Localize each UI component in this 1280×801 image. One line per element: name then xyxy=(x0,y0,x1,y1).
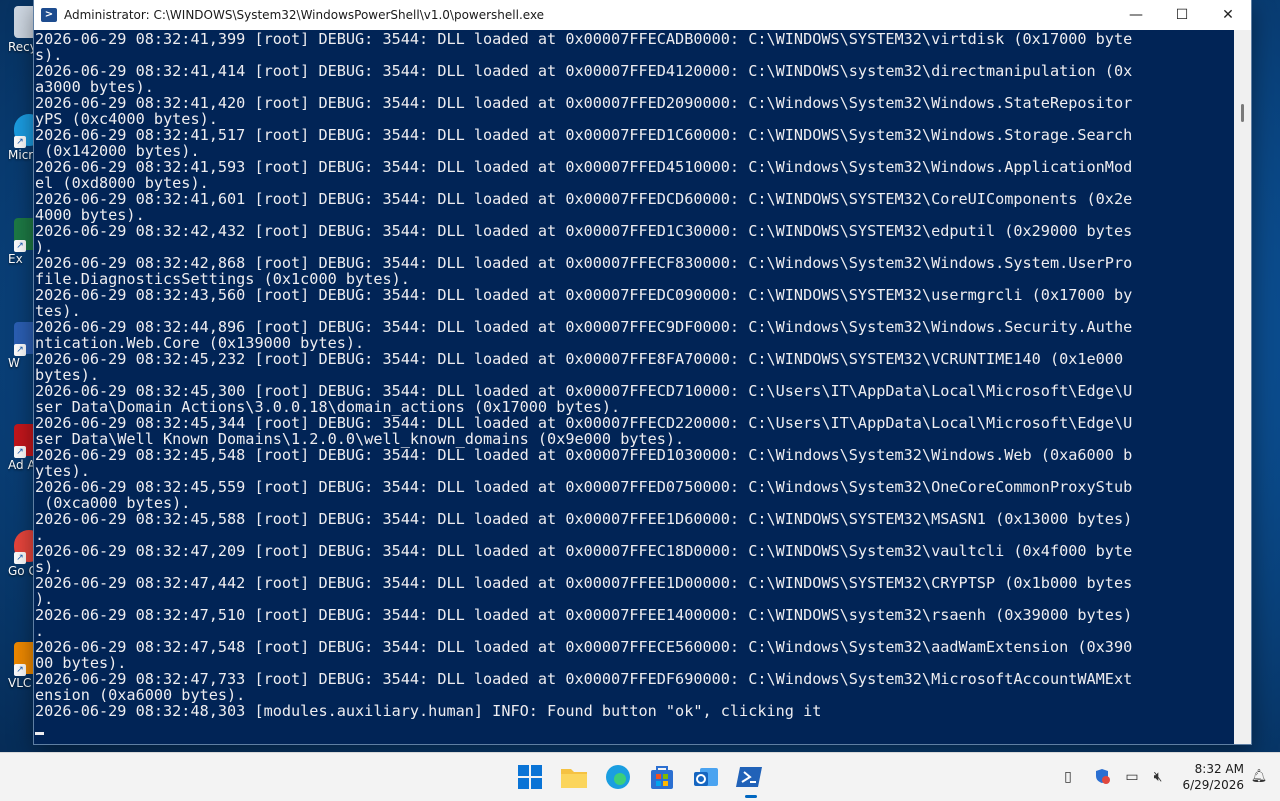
clock-date: 6/29/2026 xyxy=(1182,778,1244,792)
console-line: ension (0xa6000 bytes). xyxy=(35,686,246,704)
scrollbar-thumb[interactable] xyxy=(1241,104,1244,122)
console-line: 2026-06-29 08:32:45,344 [root] DEBUG: 35… xyxy=(35,414,1133,432)
console-line: 2026-06-29 08:32:47,209 [root] DEBUG: 35… xyxy=(35,542,1133,560)
folder-icon xyxy=(561,769,587,788)
console-line: tes). xyxy=(35,302,81,320)
console-line: bytes). xyxy=(35,366,100,384)
powershell-icon: > xyxy=(41,8,57,22)
console-line: (0xca000 bytes). xyxy=(35,494,191,512)
console-line: 2026-06-29 08:32:47,733 [root] DEBUG: 35… xyxy=(35,670,1133,688)
taskbar-clock[interactable]: 8:32 AM 6/29/2026 xyxy=(1172,761,1244,793)
clock-time: 8:32 AM xyxy=(1194,762,1244,776)
console-line: 00 bytes). xyxy=(35,654,127,672)
usb-device-icon[interactable]: ▯ xyxy=(1058,767,1078,787)
console-line: 2026-06-29 08:32:41,601 [root] DEBUG: 35… xyxy=(35,190,1133,208)
console-line: 2026-06-29 08:32:45,548 [root] DEBUG: 35… xyxy=(35,446,1133,464)
taskbar: ▯ ▭ 🔇︎ 8:32 AM 6/29/2026 🔔︎ xyxy=(0,752,1280,801)
start-button[interactable] xyxy=(514,761,546,793)
powershell-window[interactable]: > Administrator: C:\WINDOWS\System32\Win… xyxy=(34,0,1251,744)
text-cursor xyxy=(35,732,44,735)
console-line: 2026-06-29 08:32:47,548 [root] DEBUG: 35… xyxy=(35,638,1133,656)
maximize-button[interactable]: ☐ xyxy=(1159,0,1205,30)
shortcut-arrow-icon: ↗ xyxy=(14,344,26,356)
minimize-button[interactable]: — xyxy=(1113,0,1159,30)
console-line: file.DiagnosticsSettings (0x1c000 bytes)… xyxy=(35,270,410,288)
network-icon[interactable]: ▭ xyxy=(1122,767,1142,787)
console-line: 2026-06-29 08:32:41,517 [root] DEBUG: 35… xyxy=(35,126,1133,144)
shortcut-arrow-icon: ↗ xyxy=(14,552,26,564)
window-title: Administrator: C:\WINDOWS\System32\Windo… xyxy=(64,8,545,22)
console-line: s). xyxy=(35,46,63,64)
console-line: 2026-06-29 08:32:43,560 [root] DEBUG: 35… xyxy=(35,286,1133,304)
store-icon xyxy=(651,766,673,789)
store-button[interactable] xyxy=(646,761,678,793)
console-line: ntication.Web.Core (0x139000 bytes). xyxy=(35,334,365,352)
console-line: 2026-06-29 08:32:42,868 [root] DEBUG: 35… xyxy=(35,254,1133,272)
shortcut-arrow-icon: ↗ xyxy=(14,664,26,676)
outlook-button[interactable] xyxy=(690,761,722,793)
shortcut-arrow-icon: ↗ xyxy=(14,240,26,252)
console-line: s). xyxy=(35,558,63,576)
console-line: 2026-06-29 08:32:47,442 [root] DEBUG: 35… xyxy=(35,574,1133,592)
console-line: 2026-06-29 08:32:45,300 [root] DEBUG: 35… xyxy=(35,382,1133,400)
console-line: 2026-06-29 08:32:42,432 [root] DEBUG: 35… xyxy=(35,222,1133,240)
file-explorer-button[interactable] xyxy=(558,761,590,793)
console-line: 2026-06-29 08:32:45,232 [root] DEBUG: 35… xyxy=(35,350,1133,368)
console-line: 2026-06-29 08:32:44,896 [root] DEBUG: 35… xyxy=(35,318,1133,336)
outlook-icon xyxy=(694,768,718,786)
console-line: a3000 bytes). xyxy=(35,78,154,96)
console-line: ). xyxy=(35,590,54,608)
console-line: 2026-06-29 08:32:45,559 [root] DEBUG: 35… xyxy=(35,478,1133,496)
console-line: 2026-06-29 08:32:47,510 [root] DEBUG: 35… xyxy=(35,606,1133,624)
console-line: ytes). xyxy=(35,462,90,480)
volume-muted-icon[interactable]: 🔇︎ xyxy=(1148,767,1168,787)
powershell-taskbar-button[interactable] xyxy=(734,761,766,793)
console-line: ). xyxy=(35,238,54,256)
console-line: 2026-06-29 08:32:48,303 [modules.auxilia… xyxy=(35,702,822,720)
active-app-indicator xyxy=(745,795,757,798)
security-shield-icon[interactable] xyxy=(1092,767,1112,787)
edge-button[interactable] xyxy=(602,761,634,793)
console-line: el (0xd8000 bytes). xyxy=(35,174,209,192)
console-line: . xyxy=(35,526,45,544)
console-output[interactable]: 2026-06-29 08:32:41,399 [root] DEBUG: 35… xyxy=(34,30,1234,744)
powershell-icon xyxy=(736,767,762,787)
console-line: 2026-06-29 08:32:45,588 [root] DEBUG: 35… xyxy=(35,510,1133,528)
console-line: yPS (0xc4000 bytes). xyxy=(35,110,218,128)
console-line: (0x142000 bytes). xyxy=(35,142,200,160)
console-line: ser Data\Domain Actions\3.0.0.18\domain_… xyxy=(35,398,621,416)
console-line: . xyxy=(35,622,45,640)
console-line: 2026-06-29 08:32:41,420 [root] DEBUG: 35… xyxy=(35,94,1133,112)
close-button[interactable]: ✕ xyxy=(1205,0,1251,30)
edge-icon xyxy=(606,765,630,789)
notification-bell-icon[interactable]: 🔔︎ xyxy=(1250,767,1268,787)
shortcut-arrow-icon: ↗ xyxy=(14,446,26,458)
console-line: 4000 bytes). xyxy=(35,206,145,224)
shortcut-arrow-icon: ↗ xyxy=(14,136,26,148)
console-line: 2026-06-29 08:32:41,399 [root] DEBUG: 35… xyxy=(35,30,1133,48)
window-titlebar[interactable]: > Administrator: C:\WINDOWS\System32\Win… xyxy=(34,0,1251,30)
vertical-scrollbar[interactable] xyxy=(1234,30,1251,744)
console-line: 2026-06-29 08:32:41,414 [root] DEBUG: 35… xyxy=(35,62,1133,80)
console-line: ser Data\Well Known Domains\1.2.0.0\well… xyxy=(35,430,685,448)
console-line: 2026-06-29 08:32:41,593 [root] DEBUG: 35… xyxy=(35,158,1133,176)
